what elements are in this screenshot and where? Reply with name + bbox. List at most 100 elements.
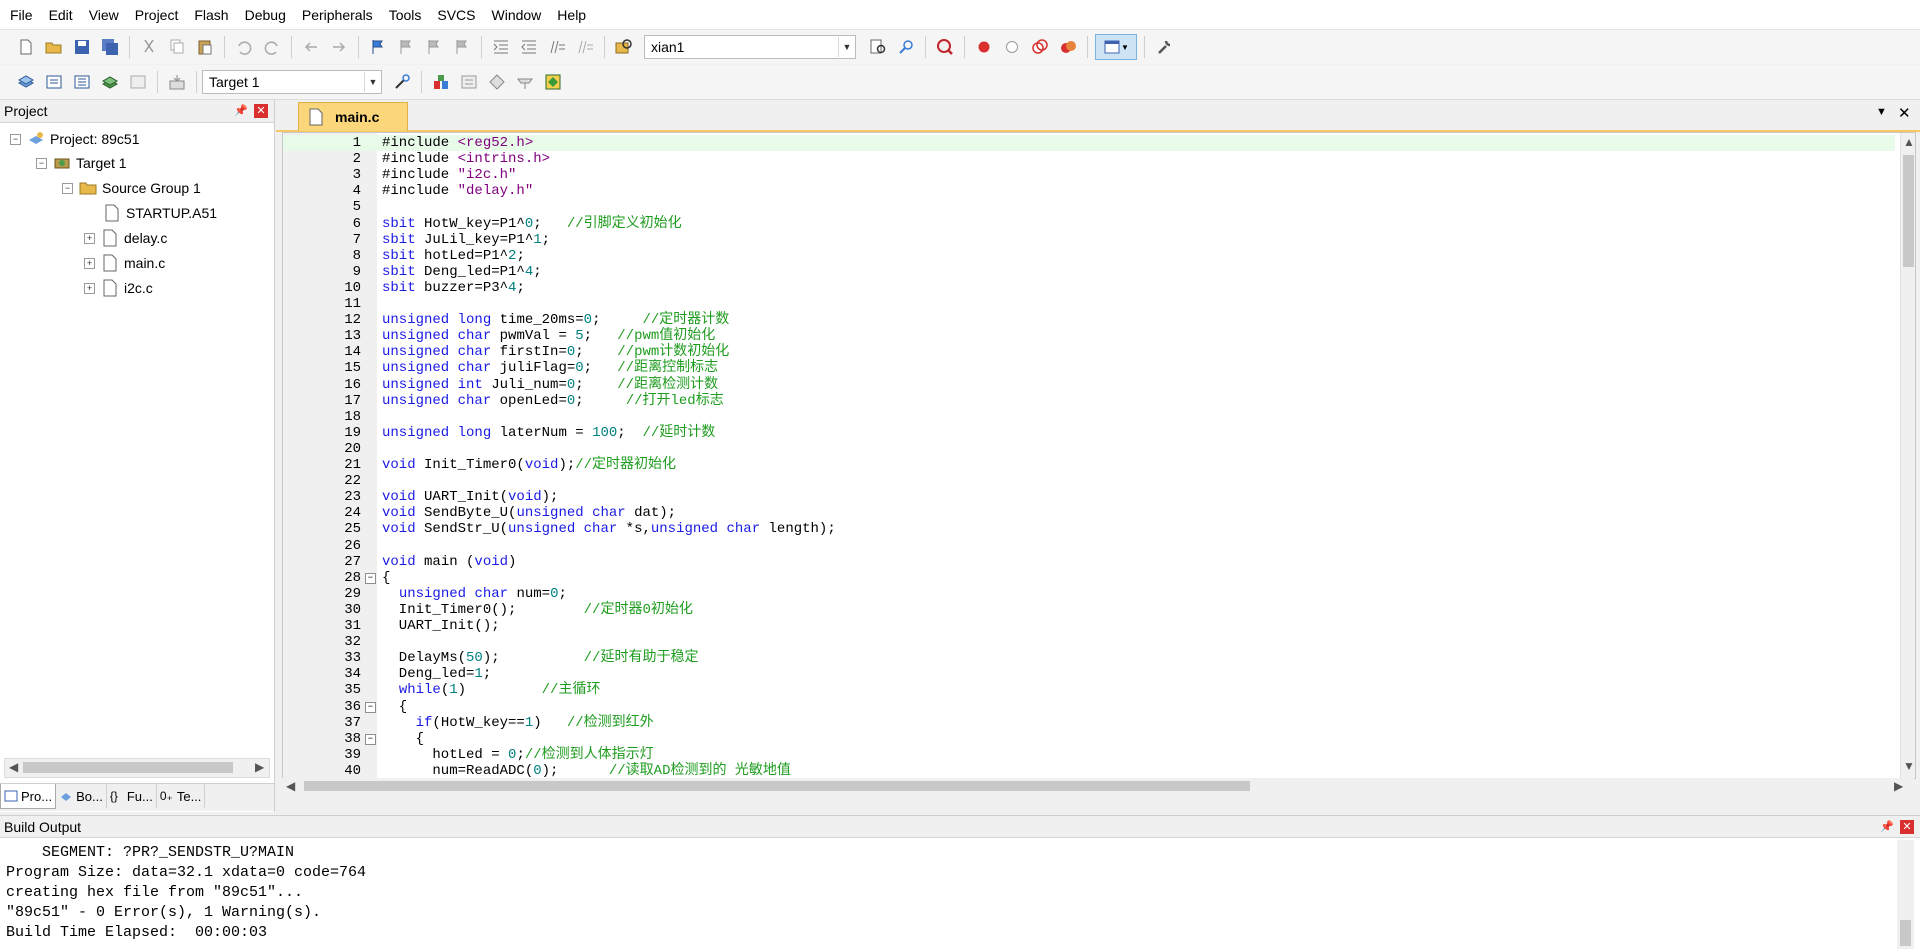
tab-project[interactable]: Pro... (0, 784, 57, 809)
code-line[interactable]: 26 (283, 538, 1895, 554)
manage-project-items-icon[interactable] (429, 70, 453, 94)
breakpoint-icon[interactable] (972, 35, 996, 59)
code-line[interactable]: 23 void UART_Init(void); (283, 489, 1895, 505)
pin-icon[interactable]: 📌 (1880, 820, 1894, 834)
code-line[interactable]: 15 unsigned char juliFlag=0; //距离控制标志 (283, 360, 1895, 376)
tree-file-i2c[interactable]: + i2c.c (84, 276, 153, 300)
window-layout-button[interactable]: ▼ (1095, 34, 1137, 60)
chevron-down-icon[interactable]: ▼ (364, 72, 381, 92)
fold-toggle-icon[interactable]: − (365, 701, 376, 713)
code-line[interactable]: 20 (283, 441, 1895, 457)
code-line[interactable]: 38− { (283, 731, 1895, 747)
scroll-right-icon[interactable]: ▶ (255, 760, 264, 774)
expand-icon[interactable]: + (84, 232, 95, 244)
code-line[interactable]: 7 sbit JuLil_key=P1^1; (283, 232, 1895, 248)
code-line[interactable]: 11 (283, 296, 1895, 312)
code-line[interactable]: 14 unsigned char firstIn=0; //pwm计数初始化 (283, 344, 1895, 360)
scroll-left-icon[interactable]: ◀ (9, 760, 18, 774)
tree-project-root[interactable]: − Project: 89c51 (10, 127, 140, 151)
scroll-left-icon[interactable]: ◀ (286, 779, 295, 793)
code-line[interactable]: 36− { (283, 699, 1895, 715)
menu-peripherals[interactable]: Peripherals (296, 4, 379, 26)
code-line[interactable]: 10 sbit buzzer=P3^4; (283, 280, 1895, 296)
code-line[interactable]: 16 unsigned int Juli_num=0; //距离检测计数 (283, 377, 1895, 393)
translate-icon[interactable] (14, 70, 38, 94)
next-bookmark-icon[interactable] (422, 35, 446, 59)
navigate-back-icon[interactable] (299, 35, 323, 59)
options-for-target-icon[interactable] (390, 70, 414, 94)
code-line[interactable]: 2 #include <intrins.h> (283, 151, 1895, 167)
save-all-icon[interactable] (98, 35, 122, 59)
clear-bookmarks-icon[interactable] (450, 35, 474, 59)
uncomment-icon[interactable] (573, 35, 597, 59)
open-folder-icon[interactable] (42, 35, 66, 59)
close-icon[interactable]: ✕ (1900, 819, 1914, 834)
code-line[interactable]: 13 unsigned char pwmVal = 5; //pwm值初始化 (283, 328, 1895, 344)
rebuild-icon[interactable] (70, 70, 94, 94)
menu-window[interactable]: Window (486, 4, 548, 26)
select-packs-icon[interactable] (457, 70, 481, 94)
expand-icon[interactable]: + (84, 282, 95, 294)
code-line[interactable]: 32 (283, 634, 1895, 650)
kill-all-breakpoints-icon[interactable] (1056, 35, 1080, 59)
code-line[interactable]: 6 sbit HotW_key=P1^0; //引脚定义初始化 (283, 216, 1895, 232)
code-line[interactable]: 3 #include "i2c.h" (283, 167, 1895, 183)
code-line[interactable]: 28−{ (283, 570, 1895, 586)
close-tab-icon[interactable]: ✕ (1898, 104, 1911, 122)
collapse-icon[interactable]: − (62, 182, 73, 194)
incremental-find-icon[interactable] (894, 35, 918, 59)
menu-svcs[interactable]: SVCS (431, 4, 481, 26)
stop-build-icon[interactable] (126, 70, 150, 94)
unindent-icon[interactable] (517, 35, 541, 59)
editor-vscrollbar[interactable]: ▲ ▼ (1900, 133, 1915, 778)
code-line[interactable]: 39 hotLed = 0;//检测到人体指示灯 (283, 747, 1895, 763)
code-line[interactable]: 5 (283, 199, 1895, 215)
code-line[interactable]: 9 sbit Deng_led=P1^4; (283, 264, 1895, 280)
output-vscrollbar[interactable] (1897, 840, 1914, 949)
scroll-down-icon[interactable]: ▼ (1903, 759, 1915, 773)
download-load-icon[interactable] (165, 70, 189, 94)
code-line[interactable]: 40 num=ReadADC(0); //读取AD检测到的 光敏地值 (283, 763, 1895, 778)
code-line[interactable]: 31 UART_Init(); (283, 618, 1895, 634)
menu-view[interactable]: View (83, 4, 125, 26)
code-line[interactable]: 35 while(1) //主循环 (283, 682, 1895, 698)
scroll-thumb[interactable] (1903, 155, 1914, 267)
tree-file-startup[interactable]: STARTUP.A51 (103, 201, 217, 225)
batch-build-icon[interactable] (98, 70, 122, 94)
code-line[interactable]: 30 Init_Timer0(); //定时器0初始化 (283, 602, 1895, 618)
menu-debug[interactable]: Debug (239, 4, 292, 26)
start-debug-icon[interactable] (933, 35, 957, 59)
menu-tools[interactable]: Tools (383, 4, 428, 26)
project-hscrollbar[interactable]: ◀ ▶ (4, 758, 270, 778)
tab-list-dropdown-icon[interactable]: ▼ (1876, 106, 1887, 118)
menu-flash[interactable]: Flash (188, 4, 234, 26)
tree-source-group[interactable]: − Source Group 1 (62, 176, 201, 200)
find-in-files-icon[interactable] (612, 35, 636, 59)
code-line[interactable]: 12 unsigned long time_20ms=0; //定时器计数 (283, 312, 1895, 328)
tree-file-delay[interactable]: + delay.c (84, 226, 167, 250)
menu-file[interactable]: File (4, 4, 39, 26)
pin-icon[interactable]: 📌 (234, 104, 248, 118)
redo-icon[interactable] (260, 35, 284, 59)
cut-icon[interactable] (137, 35, 161, 59)
find-combobox[interactable]: xian1 ▼ (644, 35, 856, 59)
disable-all-breakpoints-icon[interactable] (1028, 35, 1052, 59)
paste-icon[interactable] (193, 35, 217, 59)
disable-breakpoint-icon[interactable] (1000, 35, 1024, 59)
menu-help[interactable]: Help (551, 4, 592, 26)
menu-project[interactable]: Project (129, 4, 185, 26)
configure-icon[interactable] (1152, 35, 1176, 59)
tree-file-main[interactable]: + main.c (84, 251, 165, 275)
chevron-down-icon[interactable]: ▼ (838, 37, 855, 57)
scroll-thumb[interactable] (1900, 920, 1911, 946)
code-line[interactable]: 25 void SendStr_U(unsigned char *s,unsign… (283, 521, 1895, 537)
new-file-icon[interactable] (14, 35, 38, 59)
code-line[interactable]: 4 #include "delay.h" (283, 183, 1895, 199)
expand-icon[interactable]: + (84, 257, 95, 269)
prev-bookmark-icon[interactable] (394, 35, 418, 59)
code-line[interactable]: 1 #include <reg52.h> (283, 135, 1895, 151)
undo-icon[interactable] (232, 35, 256, 59)
tab-templates[interactable]: 0₊ Te... (157, 784, 206, 808)
code-line[interactable]: 34 Deng_led=1; (283, 666, 1895, 682)
scroll-thumb[interactable] (23, 762, 233, 773)
